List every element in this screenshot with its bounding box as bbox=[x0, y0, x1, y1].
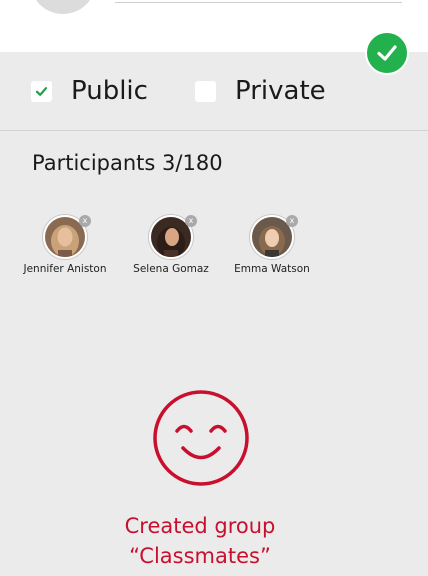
status-message-line2: “Classmates” bbox=[129, 544, 271, 568]
participant-avatar: x bbox=[250, 215, 298, 259]
participant-name: Jennifer Aniston bbox=[23, 263, 107, 275]
group-header bbox=[0, 0, 428, 52]
participant-name: Selena Gomaz bbox=[133, 263, 209, 275]
participant-item[interactable]: x Emma Watson bbox=[222, 215, 322, 275]
check-icon bbox=[35, 86, 48, 96]
public-label: Public bbox=[71, 76, 148, 106]
privacy-options: Public Private bbox=[0, 52, 428, 131]
participants-heading: Participants 3/180 bbox=[32, 151, 223, 175]
participant-avatar: x bbox=[149, 215, 197, 259]
remove-participant-icon[interactable]: x bbox=[79, 215, 91, 227]
private-label: Private bbox=[235, 76, 326, 106]
private-option[interactable]: Private bbox=[195, 52, 326, 130]
participant-item[interactable]: x Jennifer Aniston bbox=[15, 215, 115, 275]
group-name-field[interactable] bbox=[115, 2, 402, 3]
private-checkbox[interactable] bbox=[195, 80, 216, 102]
group-avatar[interactable] bbox=[30, 0, 96, 14]
status-message-line1: Created group bbox=[124, 514, 276, 538]
participant-name: Emma Watson bbox=[234, 263, 310, 275]
public-checkbox[interactable] bbox=[31, 80, 52, 102]
smiley-face-icon bbox=[153, 390, 249, 486]
participant-avatar: x bbox=[43, 215, 91, 259]
public-option[interactable]: Public bbox=[31, 52, 148, 130]
remove-participant-icon[interactable]: x bbox=[185, 215, 197, 227]
participant-item[interactable]: x Selena Gomaz bbox=[121, 215, 221, 275]
remove-participant-icon[interactable]: x bbox=[286, 215, 298, 227]
